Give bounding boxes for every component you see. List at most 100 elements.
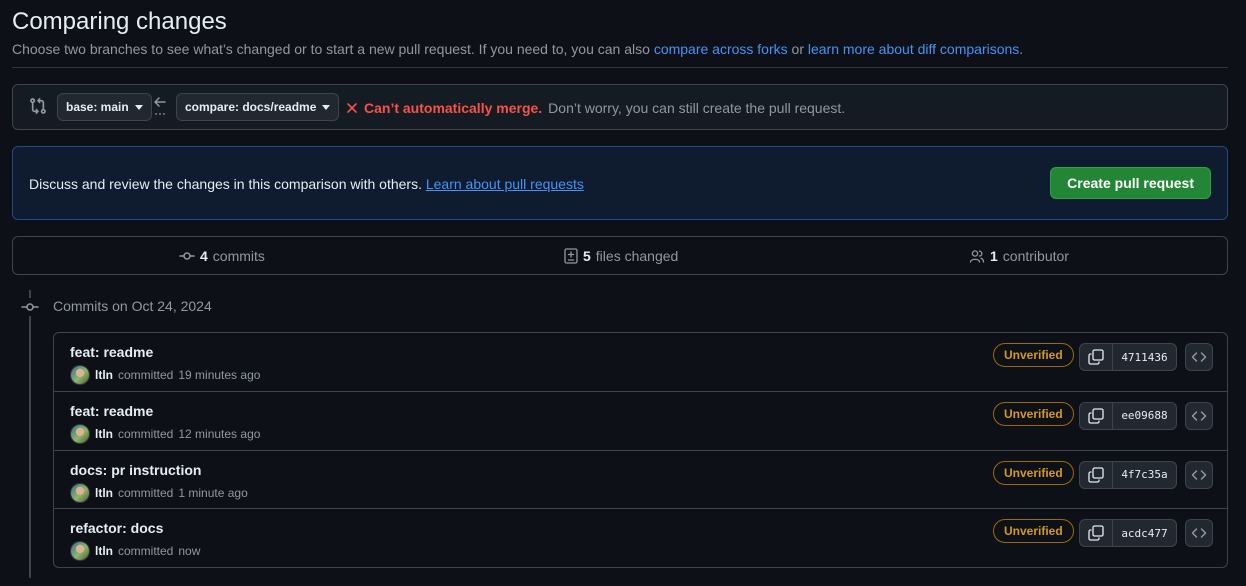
files-label: files changed: [595, 248, 679, 264]
compare-page: Comparing changes Choose two branches to…: [0, 0, 1246, 586]
page-title: Comparing changes: [12, 8, 227, 35]
commit-author[interactable]: ltln: [95, 486, 113, 500]
commit-meta: ltln committed 1 minute ago: [70, 482, 248, 503]
code-icon: [1191, 469, 1207, 480]
commit-sha-group: ee09688: [1079, 401, 1177, 430]
unverified-badge[interactable]: Unverified: [993, 519, 1074, 544]
commit-sha-group: 4711436: [1079, 343, 1177, 371]
commit-time: 12 minutes ago: [178, 426, 261, 441]
copy-sha-button[interactable]: [1080, 520, 1113, 547]
browse-repo-button[interactable]: [1185, 519, 1213, 548]
commit-action: committed: [118, 426, 174, 441]
git-compare-icon: [30, 97, 46, 115]
commit-action: committed: [118, 544, 174, 559]
browse-repo-button[interactable]: [1185, 401, 1213, 430]
contributors-stat[interactable]: 1 contributor: [969, 248, 1069, 264]
commit-message-link[interactable]: docs: pr instruction: [70, 462, 201, 478]
commit-time: 19 minutes ago: [178, 368, 261, 382]
subtitle-mid: or: [787, 41, 808, 57]
range-editor: base: main compare: docs/readme Can’t au…: [12, 84, 1228, 130]
timeline-line: [29, 290, 31, 578]
commit-message-link[interactable]: feat: readme: [70, 403, 153, 419]
commit-message-link[interactable]: feat: readme: [70, 344, 153, 360]
git-commit-timeline-icon: [21, 298, 39, 316]
pr-banner-text: Discuss and review the changes in this c…: [29, 176, 584, 192]
commit-sha-link[interactable]: ee09688: [1113, 403, 1176, 429]
comparison-stats: 4 commits 5 files changed 1 contributor: [12, 236, 1228, 275]
browse-repo-button[interactable]: [1185, 460, 1213, 489]
browse-repo-button[interactable]: [1185, 343, 1213, 371]
commit-row: docs: pr instruction ltln committed 1 mi…: [54, 451, 1227, 510]
compare-caret-down-icon: [322, 104, 331, 110]
commit-sha-link[interactable]: 4f7c35a: [1113, 462, 1176, 488]
commit-row: feat: readme ltln committed 12 minutes a…: [54, 392, 1227, 451]
avatar[interactable]: [70, 365, 90, 385]
base-branch-select[interactable]: base: main: [57, 93, 152, 121]
subtitle-prefix: Choose two branches to see what’s change…: [12, 41, 654, 57]
files-changed-stat[interactable]: 5 files changed: [564, 248, 678, 264]
learn-pull-requests-link[interactable]: Learn about pull requests: [426, 176, 584, 192]
learn-diff-comparisons-link[interactable]: learn more about diff comparisons: [808, 41, 1019, 57]
commit-author[interactable]: ltln: [95, 544, 113, 558]
unverified-badge[interactable]: Unverified: [993, 343, 1074, 367]
unverified-badge[interactable]: Unverified: [993, 401, 1074, 426]
merge-note-text: Don’t worry, you can still create the pu…: [548, 100, 846, 116]
commit-list: feat: readme ltln committed 19 minutes a…: [53, 332, 1228, 568]
compare-branch-label: compare: docs/readme: [185, 100, 317, 114]
commit-time: 1 minute ago: [178, 485, 248, 500]
create-pull-request-button[interactable]: Create pull request: [1050, 167, 1211, 199]
commits-date-heading: Commits on Oct 24, 2024: [53, 298, 212, 314]
commit-sha-link[interactable]: 4711436: [1113, 344, 1176, 370]
page-subtitle: Choose two branches to see what’s change…: [12, 41, 1023, 57]
commit-author[interactable]: ltln: [95, 368, 113, 382]
commit-message-link[interactable]: refactor: docs: [70, 520, 163, 536]
avatar[interactable]: [70, 482, 90, 503]
base-branch-label: base: main: [66, 100, 129, 114]
file-diff-icon: [564, 248, 578, 264]
avatar[interactable]: [70, 423, 90, 444]
commit-time: now: [178, 544, 201, 559]
copy-icon: [1088, 349, 1104, 365]
commit-author[interactable]: ltln: [95, 427, 113, 441]
files-count: 5: [583, 248, 591, 264]
commit-action: committed: [118, 368, 174, 382]
avatar[interactable]: [70, 541, 90, 562]
commit-sha-link[interactable]: acdc477: [1113, 520, 1176, 546]
git-commit-icon: [179, 252, 195, 260]
commit-action: committed: [118, 485, 174, 500]
subtitle-suffix: .: [1019, 41, 1024, 57]
commits-stat[interactable]: 4 commits: [179, 248, 265, 264]
header-divider: [12, 67, 1228, 68]
arrow-left-icon: [154, 97, 166, 115]
commit-meta: ltln committed 19 minutes ago: [70, 365, 260, 385]
commit-meta: ltln committed 12 minutes ago: [70, 423, 261, 444]
code-icon: [1191, 411, 1207, 421]
contributors-count: 1: [990, 248, 998, 264]
x-close-icon: [347, 103, 357, 113]
compare-across-forks-link[interactable]: compare across forks: [654, 41, 788, 57]
commit-row: feat: readme ltln committed 19 minutes a…: [54, 333, 1227, 392]
commits-label: commits: [212, 248, 265, 264]
copy-sha-button[interactable]: [1080, 344, 1113, 370]
copy-sha-button[interactable]: [1080, 402, 1113, 429]
copy-sha-button[interactable]: [1080, 461, 1113, 488]
commits-count: 4: [200, 248, 208, 264]
create-pr-banner: Discuss and review the changes in this c…: [12, 146, 1228, 220]
base-caret-down-icon: [134, 104, 143, 110]
contributors-label: contributor: [1002, 248, 1069, 264]
commit-sha-group: 4f7c35a: [1079, 460, 1177, 489]
code-icon: [1191, 352, 1207, 362]
people-icon: [969, 250, 985, 263]
copy-icon: [1088, 525, 1104, 541]
code-icon: [1191, 528, 1207, 538]
copy-icon: [1088, 466, 1104, 483]
commit-sha-group: acdc477: [1079, 519, 1177, 548]
commit-row: refactor: docs ltln committed now Unveri…: [54, 509, 1227, 567]
pr-banner-message: Discuss and review the changes in this c…: [29, 176, 422, 192]
copy-icon: [1088, 408, 1104, 424]
compare-branch-select[interactable]: compare: docs/readme: [176, 93, 340, 121]
merge-status: Can’t automatically merge. Don’t worry, …: [346, 100, 845, 116]
commit-meta: ltln committed now: [70, 541, 201, 562]
unverified-badge[interactable]: Unverified: [993, 460, 1074, 485]
merge-error-text: Can’t automatically merge.: [364, 100, 543, 116]
